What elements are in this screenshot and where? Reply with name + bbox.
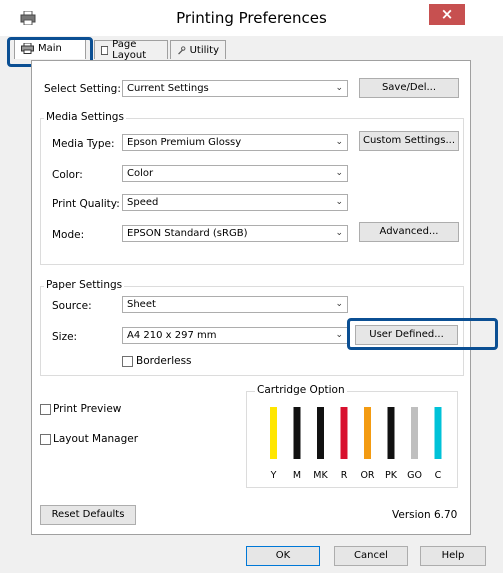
source-value: Sheet — [127, 299, 156, 310]
source-label: Source: — [52, 300, 92, 312]
borderless-checkbox[interactable] — [122, 356, 133, 367]
ink-label-pk: PK — [385, 470, 398, 481]
color-dropdown[interactable]: Color ⌄ — [122, 165, 348, 182]
title-bar: Printing Preferences × — [0, 0, 503, 36]
ok-button[interactable]: OK — [246, 546, 320, 566]
help-button[interactable]: Help — [420, 546, 486, 566]
close-button[interactable]: × — [429, 4, 465, 25]
tab-utility-label: Utility — [189, 44, 219, 56]
custom-settings-button[interactable]: Custom Settings... — [359, 131, 459, 151]
media-type-dropdown[interactable]: Epson Premium Glossy ⌄ — [122, 134, 348, 151]
chevron-down-icon: ⌄ — [335, 168, 343, 178]
size-dropdown[interactable]: A4 210 x 297 mm ⌄ — [122, 327, 348, 344]
chevron-down-icon: ⌄ — [335, 299, 343, 309]
print-quality-dropdown[interactable]: Speed ⌄ — [122, 194, 348, 211]
page-icon — [101, 45, 109, 55]
media-settings-title: Media Settings — [44, 111, 126, 123]
ink-label-go: GO — [407, 470, 422, 481]
cartridge-option-title: Cartridge Option — [255, 384, 347, 396]
paper-settings-title: Paper Settings — [44, 279, 125, 291]
chevron-down-icon: ⌄ — [335, 83, 343, 93]
print-preview-label: Print Preview — [53, 403, 122, 415]
tab-utility[interactable]: Utility — [170, 40, 226, 59]
ink-cartridges: Y M MK R OR PK GO C — [270, 407, 442, 481]
ink-bar-pk — [387, 407, 395, 459]
chevron-down-icon: ⌄ — [335, 228, 343, 238]
chevron-down-icon: ⌄ — [335, 137, 343, 147]
ink-label-mk: MK — [313, 470, 328, 481]
mode-dropdown[interactable]: EPSON Standard (sRGB) ⌄ — [122, 225, 348, 242]
ink-label-r: R — [341, 470, 348, 481]
chevron-down-icon: ⌄ — [335, 330, 343, 340]
borderless-label: Borderless — [136, 355, 192, 367]
ink-label-c: C — [435, 470, 442, 481]
ink-bar-mk — [317, 407, 324, 459]
color-value: Color — [127, 168, 154, 179]
select-setting-label: Select Setting: — [44, 83, 121, 95]
cartridge-option-group: Cartridge Option Y M MK R OR PK GO C — [246, 384, 458, 488]
media-type-label: Media Type: — [52, 138, 115, 150]
layout-manager-label: Layout Manager — [53, 433, 139, 445]
ink-bar-or — [364, 407, 371, 459]
ink-bar-r — [340, 407, 348, 459]
mode-value: EPSON Standard (sRGB) — [127, 228, 248, 239]
user-defined-highlight — [347, 318, 498, 350]
chevron-down-icon: ⌄ — [335, 197, 343, 207]
window-title: Printing Preferences — [176, 9, 327, 27]
print-quality-label: Print Quality: — [52, 198, 120, 210]
ink-label-m: M — [293, 470, 301, 481]
ink-label-or: OR — [360, 470, 374, 481]
print-quality-value: Speed — [127, 197, 159, 208]
source-dropdown[interactable]: Sheet ⌄ — [122, 296, 348, 313]
reset-defaults-button[interactable]: Reset Defaults — [40, 505, 136, 525]
size-value: A4 210 x 297 mm — [127, 330, 217, 341]
print-preview-checkbox[interactable] — [40, 404, 51, 415]
tab-page-layout[interactable]: Page Layout — [94, 39, 168, 61]
version-label: Version 6.70 — [392, 509, 458, 521]
tab-page-layout-label: Page Layout — [112, 39, 147, 61]
size-label: Size: — [52, 331, 78, 343]
cancel-button[interactable]: Cancel — [334, 546, 408, 566]
mode-label: Mode: — [52, 229, 85, 241]
select-setting-value: Current Settings — [127, 83, 209, 94]
ink-bar-go — [411, 407, 418, 459]
layout-manager-checkbox[interactable] — [40, 434, 51, 445]
advanced-button[interactable]: Advanced... — [359, 222, 459, 242]
ink-bar-y — [270, 407, 277, 459]
ink-bar-c — [434, 407, 442, 459]
wrench-icon — [178, 45, 186, 54]
color-label: Color: — [52, 169, 83, 181]
printing-preferences-window: Printing Preferences × Main Page Layout … — [0, 0, 503, 573]
media-type-value: Epson Premium Glossy — [127, 137, 242, 148]
ink-bar-m — [293, 407, 301, 459]
ink-label-y: Y — [270, 470, 277, 481]
select-setting-dropdown[interactable]: Current Settings ⌄ — [122, 80, 348, 97]
save-del-button[interactable]: Save/Del... — [359, 78, 459, 98]
